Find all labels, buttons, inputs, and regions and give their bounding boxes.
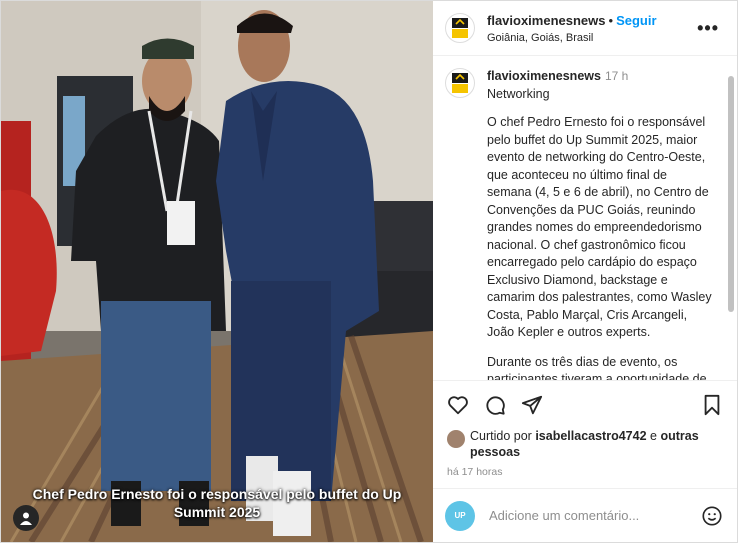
caption-paragraph: O chef Pedro Ernesto foi o responsável p… [487, 115, 712, 339]
caption-paragraph: Durante os três dias de evento, os parti… [487, 354, 707, 381]
caption-avatar[interactable] [445, 68, 475, 98]
post-location[interactable]: Goiânia, Goiás, Brasil [487, 32, 697, 44]
post-modal: Chef Pedro Ernesto foi o responsável pel… [0, 0, 738, 543]
brand-logo-icon [452, 73, 468, 93]
tagged-users-button[interactable] [13, 505, 39, 531]
send-icon [521, 395, 543, 414]
liker-username[interactable]: isabellacastro4742 [535, 429, 646, 443]
add-comment-bar: UP [433, 488, 737, 542]
likes-connector: e [650, 429, 657, 443]
comments-area[interactable]: flavioximenesnews 17 h Networking O chef … [433, 56, 737, 380]
liker-avatar[interactable] [447, 430, 465, 448]
save-button[interactable] [699, 392, 725, 418]
caption-username[interactable]: flavioximenesnews [487, 69, 601, 83]
like-button[interactable] [445, 392, 471, 418]
post-header: flavioximenesnews • Seguir Goiânia, Goiás,… [433, 1, 737, 56]
likes-summary: Curtido por isabellacastro4742 e outras … [433, 428, 737, 460]
author-avatar[interactable] [445, 13, 475, 43]
comment-button[interactable] [482, 392, 508, 418]
post-timestamp[interactable]: há 17 horas [433, 460, 737, 478]
media-caption-overlay: Chef Pedro Ernesto foi o responsável pel… [32, 486, 402, 520]
comments-scrollbar[interactable] [728, 76, 734, 312]
bookmark-icon [704, 394, 720, 415]
share-button[interactable] [519, 392, 545, 418]
caption-body: flavioximenesnews 17 h Networking O chef … [487, 68, 713, 380]
header-text: flavioximenesnews • Seguir Goiânia, Goiás,… [487, 12, 697, 44]
emoji-icon [702, 505, 722, 526]
comment-icon [486, 395, 505, 415]
post-media[interactable]: Chef Pedro Ernesto foi o responsável pel… [1, 1, 433, 542]
heart-icon [448, 395, 468, 414]
follow-button[interactable]: Seguir [616, 13, 656, 28]
post-side-panel: flavioximenesnews • Seguir Goiânia, Goiás,… [433, 1, 737, 542]
user-icon [20, 512, 32, 525]
likes-prefix: Curtido por [470, 429, 532, 443]
emoji-button[interactable] [699, 503, 725, 529]
separator-dot: • [608, 13, 614, 28]
more-options-button[interactable]: ••• [697, 18, 719, 39]
avatar-badge-text: UP [454, 511, 466, 520]
post-photo [1, 1, 433, 542]
action-bar [433, 380, 737, 428]
author-username[interactable]: flavioximenesnews [487, 13, 606, 28]
comment-input[interactable] [487, 507, 699, 524]
caption-row: flavioximenesnews 17 h Networking O chef … [445, 68, 723, 380]
brand-logo-icon [452, 18, 468, 38]
caption-time[interactable]: 17 h [605, 69, 628, 83]
current-user-avatar[interactable]: UP [445, 500, 475, 531]
caption-title: Networking [487, 86, 550, 101]
